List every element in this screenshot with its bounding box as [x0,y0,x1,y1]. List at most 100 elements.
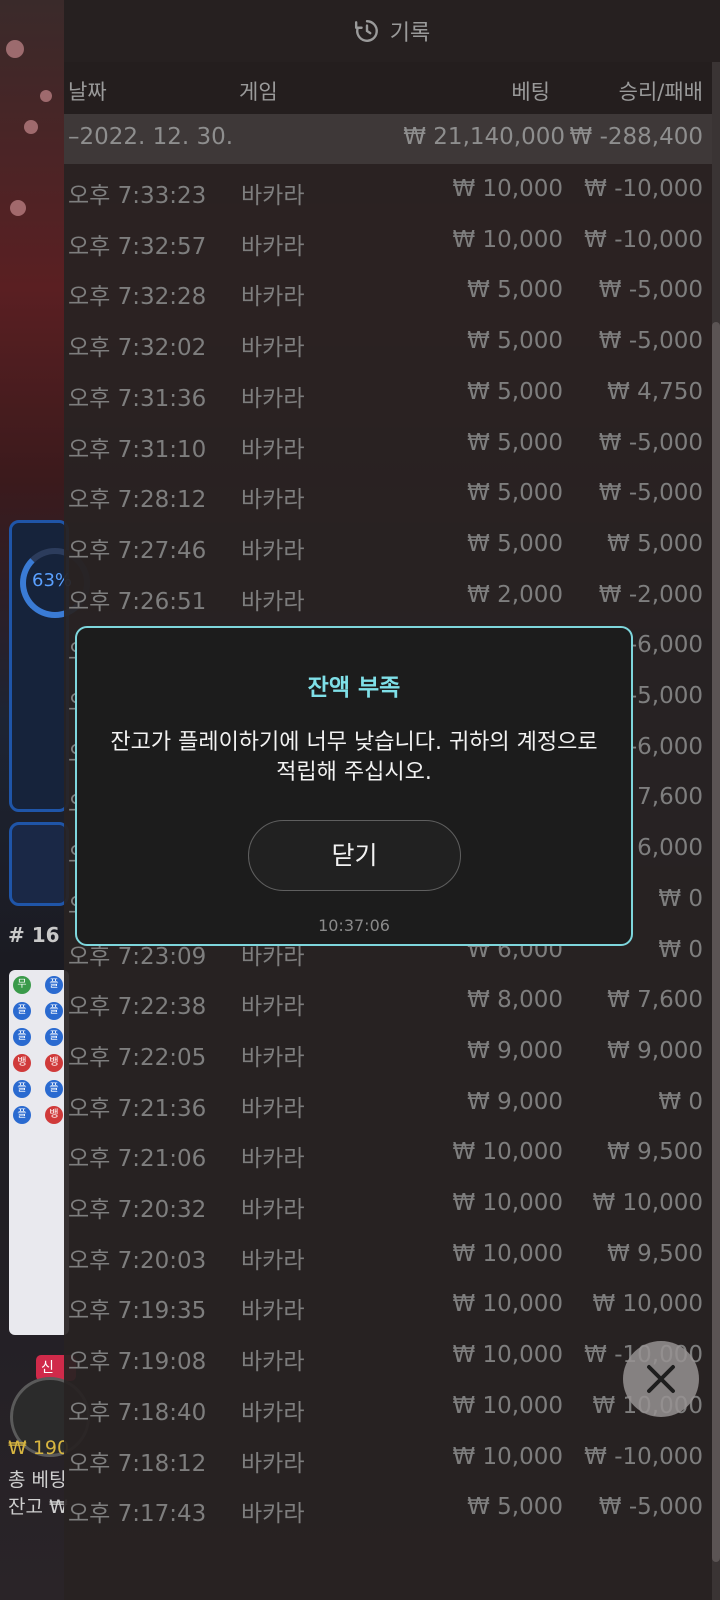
row-result: ₩ 9,500 [607,1139,703,1166]
history-row[interactable]: 오후 7:33:23 바카라 ₩ 10,000 ₩ -10,000 [64,168,720,219]
row-time: 오후 7:22:05 [68,1044,207,1071]
history-row[interactable]: 오후 7:18:40바카라₩ 10,000₩ 10,000 [64,1385,720,1436]
row-game: 바카라 [241,487,305,514]
game-card-secondary[interactable] [9,822,69,906]
row-result: ₩ 0 [658,936,703,963]
close-history-button[interactable] [623,1341,699,1417]
row-game: 바카라 [241,588,305,615]
row-time: 오후 7:18:40 [68,1399,207,1426]
row-bet: ₩ 5,000 [467,277,563,304]
history-row[interactable]: 오후 7:17:43 바카라 ₩ 5,000 ₩ -5,000 [64,1486,720,1537]
row-time: 오후 7:28:12 [68,487,207,514]
dialog-close-button[interactable]: 닫기 [248,820,461,891]
history-header: 기록 [64,0,720,62]
row-time: 오후 7:27:46 [68,537,207,564]
row-time: 오후 7:21:06 [68,1146,207,1173]
row-result: ₩ 9,000 [607,1037,703,1064]
column-bet: 베팅 [511,80,550,104]
row-game: 바카라 [241,335,305,362]
history-row[interactable]: 오후 7:22:05 바카라 ₩ 9,000 ₩ 9,000 [64,1030,720,1081]
date-group-total-bet: ₩ 21,140,000 [403,124,565,150]
row-time: 오후 7:32:02 [68,335,207,362]
row-result: ₩ -10,000 [584,176,703,202]
row-time: 오후 7:20:03 [68,1247,207,1274]
history-row[interactable]: 오후 7:32:28 바카라 ₩ 5,000 ₩ -5,000 [64,269,720,320]
row-time: 오후 7:18:12 [68,1450,207,1477]
row-game: 바카라 [241,994,305,1021]
history-row[interactable]: 오후 7:18:12 바카라 ₩ 10,000 ₩ -10,000 [64,1436,720,1487]
scrollbar-track[interactable] [712,62,720,1600]
row-time: 오후 7:17:43 [68,1501,207,1528]
row-game: 바카라 [241,385,305,412]
row-result: ₩ 10,000 [592,1190,703,1216]
row-game: 바카라 [241,1247,305,1274]
close-icon [647,1365,675,1393]
row-bet: ₩ 9,000 [467,1088,563,1115]
row-bet: ₩ 8,000 [467,987,563,1014]
row-result: ₩ -10,000 [584,226,703,253]
row-bet: ₩ 2,000 [467,581,563,608]
history-row[interactable]: 오후 7:31:10 바카라 ₩ 5,000 ₩ -5,000 [64,422,720,473]
row-game: 바카라 [241,1349,305,1376]
row-result: ₩ -10,000 [584,1443,703,1470]
row-bet: ₩ 10,000 [452,176,563,202]
history-row[interactable]: 오후 7:19:35 바카라 ₩ 10,000 ₩ 10,000 [64,1283,720,1334]
row-time: 오후 7:19:35 [68,1298,207,1325]
history-row[interactable]: 오후 7:20:03 바카라 ₩ 10,000 ₩ 9,500 [64,1233,720,1284]
dialog-title: 잔액 부족 [307,675,401,701]
row-bet: ₩ 10,000 [452,226,563,253]
column-header-row: 날짜 게임 베팅 승리/패배 [64,62,720,114]
row-game: 바카라 [241,1197,305,1223]
row-game: 바카라 [241,1095,305,1122]
row-game: 바카라 [241,284,305,311]
date-group-total-result: ₩ -288,400 [569,124,703,150]
row-bet: ₩ 5,000 [467,429,563,456]
row-game: 바카라 [241,436,305,463]
row-time: 오후 7:21:36 [68,1095,207,1122]
history-row[interactable]: 오후 7:22:38 바카라 ₩ 8,000 ₩ 7,600 [64,979,720,1030]
row-time: 오후 7:19:08 [68,1349,207,1376]
row-bet: ₩ 5,000 [467,1494,563,1521]
history-row[interactable]: 오후 7:26:51 바카라 ₩ 2,000 ₩ -2,000 [64,574,720,625]
row-time: 오후 7:31:36 [68,385,207,412]
row-time: 오후 7:32:57 [68,233,207,260]
row-time: 오후 7:33:23 [68,183,207,209]
row-bet: ₩ 10,000 [452,1291,563,1318]
row-bet: ₩ 10,000 [452,1443,563,1470]
row-result: ₩ 5,000 [607,530,703,557]
history-row[interactable]: 오후 7:21:06 바카라 ₩ 10,000 ₩ 9,500 [64,1131,720,1182]
column-date: 날짜 [68,80,107,104]
row-time: 오후 7:20:32 [68,1197,207,1223]
row-game: 바카라 [241,1146,305,1173]
row-bet: ₩ 10,000 [452,1240,563,1267]
row-result: ₩ -2,000 [598,581,703,608]
row-game: 바카라 [241,1044,305,1071]
row-result: ₩ -5,000 [598,480,703,507]
row-result: ₩ -5,000 [598,429,703,456]
row-bet: ₩ 10,000 [452,1392,563,1419]
row-bet: ₩ 5,000 [467,480,563,507]
history-row[interactable]: 오후 7:19:08바카라₩ 10,000₩ -10,000 [64,1334,720,1385]
row-result: ₩ 4,750 [607,378,703,405]
history-icon [354,20,378,42]
history-row[interactable]: 오후 7:27:46 바카라 ₩ 5,000 ₩ 5,000 [64,523,720,574]
history-row[interactable]: 오후 7:21:36 바카라 ₩ 9,000 ₩ 0 [64,1081,720,1132]
row-time: 오후 7:22:38 [68,994,207,1021]
history-row[interactable]: 오후 7:32:02 바카라 ₩ 5,000 ₩ -5,000 [64,320,720,371]
history-row[interactable]: 오후 7:32:57 바카라 ₩ 10,000 ₩ -10,000 [64,219,720,270]
row-result: ₩ 10,000 [592,1291,703,1318]
balance-label: 잔고 ₩ [8,1496,68,1518]
scrollbar-thumb[interactable] [712,322,720,1562]
date-group-row[interactable]: –2022. 12. 30. ₩ 21,140,000 ₩ -288,400 [64,114,720,164]
table-number: # 16 [8,923,60,947]
blossom-decoration [10,200,26,216]
history-row[interactable]: 오후 7:28:12 바카라 ₩ 5,000 ₩ -5,000 [64,472,720,523]
history-row[interactable]: 오후 7:31:36 바카라 ₩ 5,000 ₩ 4,750 [64,371,720,422]
blossom-decoration [6,40,24,58]
dialog-timestamp: 10:37:06 [318,916,390,935]
row-bet: ₩ 5,000 [467,328,563,355]
row-bet: ₩ 5,000 [467,530,563,557]
row-game: 바카라 [241,233,305,260]
history-row[interactable]: 오후 7:20:32 바카라 ₩ 10,000 ₩ 10,000 [64,1182,720,1233]
bead-road: 무 플 플 뱅 플 플 플 플 플 뱅 플 뱅 [9,970,69,1335]
